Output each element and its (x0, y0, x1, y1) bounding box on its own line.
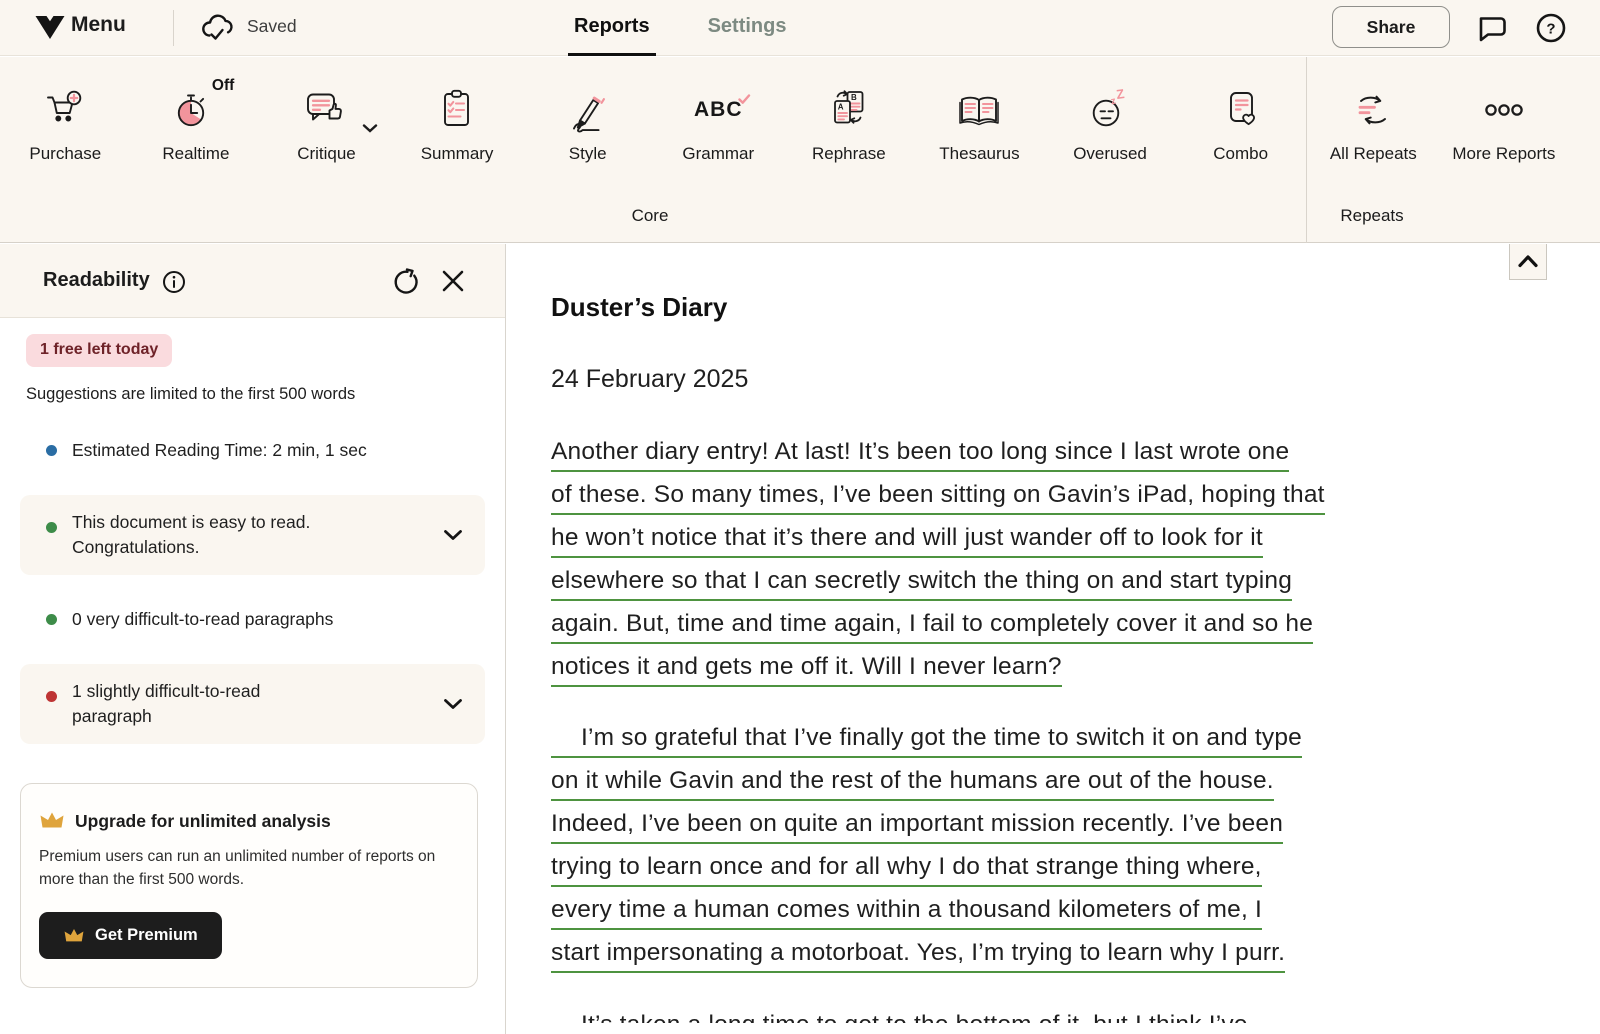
ribbon-item-combo[interactable]: Combo (1175, 79, 1306, 164)
help-icon[interactable]: ? (1534, 11, 1568, 45)
ribbon-item-grammar[interactable]: ABC Grammar (653, 79, 784, 164)
ribbon-item-rephrase[interactable]: B A Rephrase (784, 79, 915, 164)
limit-hint: Suggestions are limited to the first 500… (26, 385, 479, 404)
collapse-ribbon-tab[interactable] (1509, 244, 1547, 280)
crown-icon (63, 927, 85, 945)
upgrade-card: Upgrade for unlimited analysis Premium u… (20, 783, 478, 988)
abc-check-icon: ABC (694, 79, 743, 141)
app-window: Menu Saved Reports Settings Share ? (0, 0, 1600, 1034)
close-icon[interactable] (441, 269, 465, 293)
sleepy-face-icon: z Z (1087, 79, 1133, 141)
chevron-down-icon[interactable] (443, 529, 463, 542)
group-label-core: Core (632, 206, 669, 226)
cycle-arrows-icon (1350, 79, 1396, 141)
readability-panel-body: 1 free left today Suggestions are limite… (0, 318, 505, 988)
blue-dot (46, 445, 57, 456)
report-ribbon: Purchase Off Realtime (0, 57, 1600, 243)
ribbon-divider (1306, 57, 1307, 243)
paragraph-2[interactable]: I’m so grateful that I’ve finally got th… (551, 724, 1541, 982)
three-circles-icon (1481, 79, 1527, 141)
app-logo-icon[interactable] (34, 13, 66, 41)
document-editor[interactable]: Duster’s Diary 24 February 2025 Another … (507, 244, 1600, 1034)
readability-item-easy-to-read[interactable]: This document is easy to read. Congratul… (20, 495, 485, 575)
chat-feedback-icon[interactable] (1474, 12, 1508, 44)
svg-text:?: ? (1546, 21, 1555, 38)
cloud-saved-icon (199, 12, 237, 44)
tab-settings[interactable]: Settings (702, 0, 793, 56)
rephrase-letter-b: B (851, 93, 857, 102)
svg-text:Z: Z (1115, 87, 1125, 102)
tab-reports[interactable]: Reports (568, 0, 656, 56)
editor-surface[interactable]: Duster’s Diary 24 February 2025 Another … (551, 292, 1541, 1023)
rephrase-letter-a: A (838, 103, 844, 112)
ribbon-item-style[interactable]: Style (522, 79, 653, 164)
chevron-up-icon (1517, 254, 1539, 268)
topbar-divider (173, 10, 174, 46)
ribbon-item-purchase[interactable]: Purchase (0, 79, 131, 164)
top-bar: Menu Saved Reports Settings Share ? (0, 0, 1600, 56)
panel-title: Readability (43, 269, 150, 292)
ribbon-item-overused[interactable]: z Z Overused (1045, 79, 1176, 164)
chevron-down-icon[interactable] (443, 698, 463, 711)
clipboard-checklist-icon (434, 79, 480, 141)
info-icon[interactable] (162, 270, 186, 294)
red-dot (46, 691, 57, 702)
paragraph-3-clipped[interactable]: It’s taken a long time to get to the bot… (551, 1011, 1541, 1023)
ribbon-item-thesaurus[interactable]: Thesaurus (914, 79, 1045, 164)
open-book-icon (956, 79, 1002, 141)
get-premium-button[interactable]: Get Premium (39, 912, 222, 959)
ribbon-item-critique[interactable]: Critique (261, 79, 392, 164)
refresh-icon[interactable] (391, 268, 419, 296)
pencil-icon (565, 79, 611, 141)
free-reports-badge: 1 free left today (26, 334, 172, 367)
ribbon-item-realtime[interactable]: Off Realtime (131, 79, 262, 164)
ribbon-item-more-reports[interactable]: More Reports (1439, 79, 1570, 164)
readability-panel: Readability 1 free left today Sugge (0, 244, 506, 1034)
document-heart-icon (1218, 79, 1264, 141)
save-status: Saved (247, 16, 297, 37)
realtime-off-badge: Off (212, 77, 234, 95)
menu-button[interactable]: Menu (71, 13, 126, 37)
feedback-bubble-icon (303, 79, 349, 141)
document-date[interactable]: 24 February 2025 (551, 365, 1541, 394)
readability-results-list: Estimated Reading Time: 2 min, 1 sec Thi… (0, 438, 505, 744)
crown-icon (39, 810, 65, 832)
green-dot (46, 522, 57, 533)
readability-item-very-difficult: 0 very difficult-to-read paragraphs (20, 607, 485, 632)
cart-plus-icon (42, 79, 88, 141)
readability-item-reading-time: Estimated Reading Time: 2 min, 1 sec (20, 438, 485, 463)
main-tabs: Reports Settings (568, 0, 792, 56)
upgrade-title: Upgrade for unlimited analysis (75, 811, 331, 832)
upgrade-description: Premium users can run an unlimited numbe… (39, 845, 449, 891)
group-label-repeats: Repeats (1340, 206, 1403, 226)
ribbon-item-summary[interactable]: Summary (392, 79, 523, 164)
paragraph-1[interactable]: Another diary entry! At last! It’s been … (551, 438, 1541, 696)
document-title[interactable]: Duster’s Diary (551, 292, 1541, 323)
readability-item-slightly-difficult[interactable]: 1 slightly difficult-to-read paragraph (20, 664, 485, 744)
green-dot (46, 614, 57, 625)
swap-documents-icon: B A (826, 79, 872, 141)
ribbon-item-all-repeats[interactable]: All Repeats (1308, 79, 1439, 164)
share-button[interactable]: Share (1332, 6, 1450, 48)
readability-panel-header: Readability (0, 244, 505, 318)
chevron-down-icon[interactable] (362, 123, 378, 134)
